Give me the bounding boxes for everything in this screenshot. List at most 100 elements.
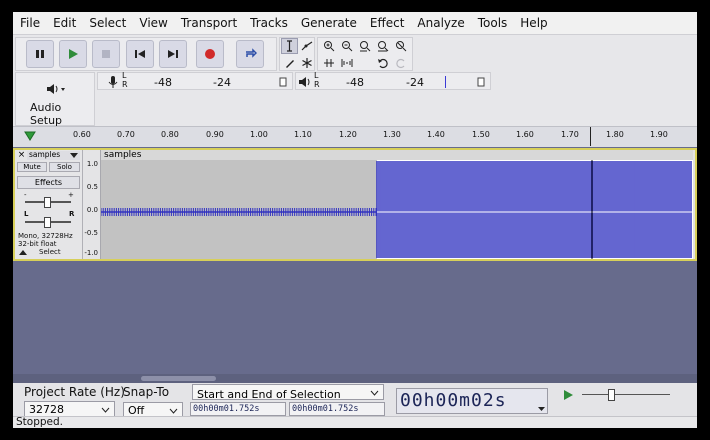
pencil-icon [285, 60, 294, 68]
audacity-window: File Edit Select View Transport Tracks G… [13, 12, 697, 428]
audio-track[interactable]: × samples Mute Solo Effects - + L R Mono… [13, 148, 697, 261]
menu-effect[interactable]: Effect [363, 12, 411, 34]
horizontal-scrollbar[interactable] [13, 374, 697, 383]
close-icon: × [17, 150, 26, 160]
chevron-down-icon [70, 153, 78, 158]
playback-position-line [590, 127, 591, 146]
amplitude-label: 0.5 [86, 183, 98, 191]
play-meter-bar[interactable]: -48 -24 [320, 76, 470, 89]
menu-edit[interactable]: Edit [46, 12, 82, 34]
collapse-arrow-icon[interactable] [19, 250, 27, 256]
menu-file[interactable]: File [13, 12, 46, 34]
meter-slider-icon[interactable] [477, 77, 485, 87]
snap-to-label: Snap-To [123, 385, 170, 399]
zoom-in-button[interactable] [320, 38, 337, 54]
undo-icon [377, 58, 388, 69]
loop-button[interactable] [236, 40, 264, 68]
audio-position-value: 00h00m02s [400, 390, 507, 411]
audio-setup-button[interactable]: Audio Setup [20, 81, 92, 127]
amplitude-ruler[interactable]: 1.0 0.5 0.0 -0.5 -1.0 [83, 150, 101, 259]
menu-generate[interactable]: Generate [294, 12, 363, 34]
ruler-tick-label: 1.40 [427, 130, 445, 139]
clip-title-bar[interactable]: samples [101, 150, 693, 160]
ruler-tick-label: 0.60 [73, 130, 91, 139]
draw-tool-button[interactable] [281, 55, 298, 71]
menu-analyze[interactable]: Analyze [410, 12, 470, 34]
menu-view[interactable]: View [132, 12, 173, 34]
playback-speed-thumb[interactable] [608, 389, 615, 401]
ruler-tick-label: 1.90 [650, 130, 668, 139]
horizontal-scrollbar-thumb[interactable] [141, 376, 216, 381]
track-area[interactable]: × samples Mute Solo Effects - + L R Mono… [13, 147, 697, 374]
fit-selection-button[interactable] [356, 38, 373, 54]
amplitude-label: -0.5 [84, 229, 98, 237]
menu-help[interactable]: Help [513, 12, 553, 34]
silence-button[interactable] [338, 55, 355, 71]
effects-button[interactable]: Effects [17, 176, 80, 189]
menu-tools[interactable]: Tools [471, 12, 514, 34]
meter-slider-icon[interactable] [279, 77, 287, 87]
speaker-small-icon[interactable] [298, 76, 310, 88]
track-format-info: Mono, 32728Hz [18, 232, 73, 240]
fit-project-button[interactable] [374, 38, 391, 54]
redo-button[interactable] [392, 55, 409, 71]
selection-start-time[interactable]: 00h00m01.752s [190, 402, 286, 416]
gain-slider[interactable] [25, 197, 71, 208]
solo-button[interactable]: Solo [49, 162, 80, 172]
mute-button[interactable]: Mute [17, 162, 47, 172]
play-button[interactable] [59, 40, 87, 68]
zoom-fit-icon [377, 41, 388, 52]
selection-tool-button[interactable] [281, 38, 298, 54]
track-sample-format: 32-bit float [18, 240, 57, 248]
ruler-tick-label: 1.10 [294, 130, 312, 139]
selection-end-time[interactable]: 00h00m01.752s [289, 402, 385, 416]
menu-tracks[interactable]: Tracks [243, 12, 294, 34]
menu-select[interactable]: Select [82, 12, 132, 34]
play-head-icon[interactable] [24, 131, 36, 141]
menu-transport[interactable]: Transport [174, 12, 243, 34]
select-track-button[interactable]: Select [39, 248, 61, 256]
zoom-out-icon [341, 41, 352, 52]
pause-icon [36, 50, 44, 58]
track-close-button[interactable]: × [17, 151, 26, 160]
zoom-in-icon [323, 41, 334, 52]
project-rate-combo[interactable]: 32728 [24, 401, 115, 417]
playback-level-marker [445, 76, 446, 88]
record-meter-bar[interactable]: -48 -24 [128, 76, 278, 89]
zoom-out-button[interactable] [338, 38, 355, 54]
audio-position-display[interactable]: 00h00m02s [396, 388, 548, 414]
silence-icon [341, 59, 352, 67]
selection-mode-combo[interactable]: Start and End of Selection [192, 384, 384, 401]
multi-tool-button[interactable] [298, 55, 315, 71]
gain-slider-thumb[interactable] [44, 197, 51, 208]
track-menu-button[interactable]: samples [27, 150, 80, 160]
stop-button[interactable] [92, 40, 120, 68]
ruler-tick-label: 1.00 [250, 130, 268, 139]
record-button[interactable] [196, 40, 224, 68]
ruler-tick-label: 0.70 [117, 130, 135, 139]
pause-button[interactable] [26, 40, 54, 68]
zoom-selection-icon [359, 41, 370, 52]
timeline-ruler[interactable]: 0.60 0.70 0.80 0.90 1.00 1.10 1.20 1.30 … [13, 126, 697, 148]
zoom-toggle-button[interactable] [392, 38, 409, 54]
skip-to-end-button[interactable] [159, 40, 187, 68]
project-rate-value: 32728 [29, 403, 64, 416]
pan-slider-thumb[interactable] [44, 217, 51, 228]
waveform-area[interactable] [101, 160, 693, 259]
gain-minus-label: - [24, 191, 27, 199]
status-text: Stopped. [16, 416, 63, 428]
microphone-icon[interactable] [108, 75, 118, 89]
play-meter-toolbar: L R -48 -24 [295, 71, 491, 90]
amplitude-label: 0.0 [86, 206, 98, 214]
play-at-speed-icon[interactable] [562, 389, 574, 401]
trim-button[interactable] [320, 55, 337, 71]
ruler-tick-label: 1.20 [339, 130, 357, 139]
tools-toolbar [279, 37, 315, 71]
status-bar: Stopped. [13, 416, 697, 428]
track-menu-name: samples [29, 150, 61, 159]
skip-to-start-button[interactable] [126, 40, 154, 68]
playback-speed-slider[interactable] [582, 389, 670, 401]
pan-slider[interactable] [25, 217, 71, 228]
envelope-tool-button[interactable] [298, 38, 315, 54]
undo-button[interactable] [374, 55, 391, 71]
